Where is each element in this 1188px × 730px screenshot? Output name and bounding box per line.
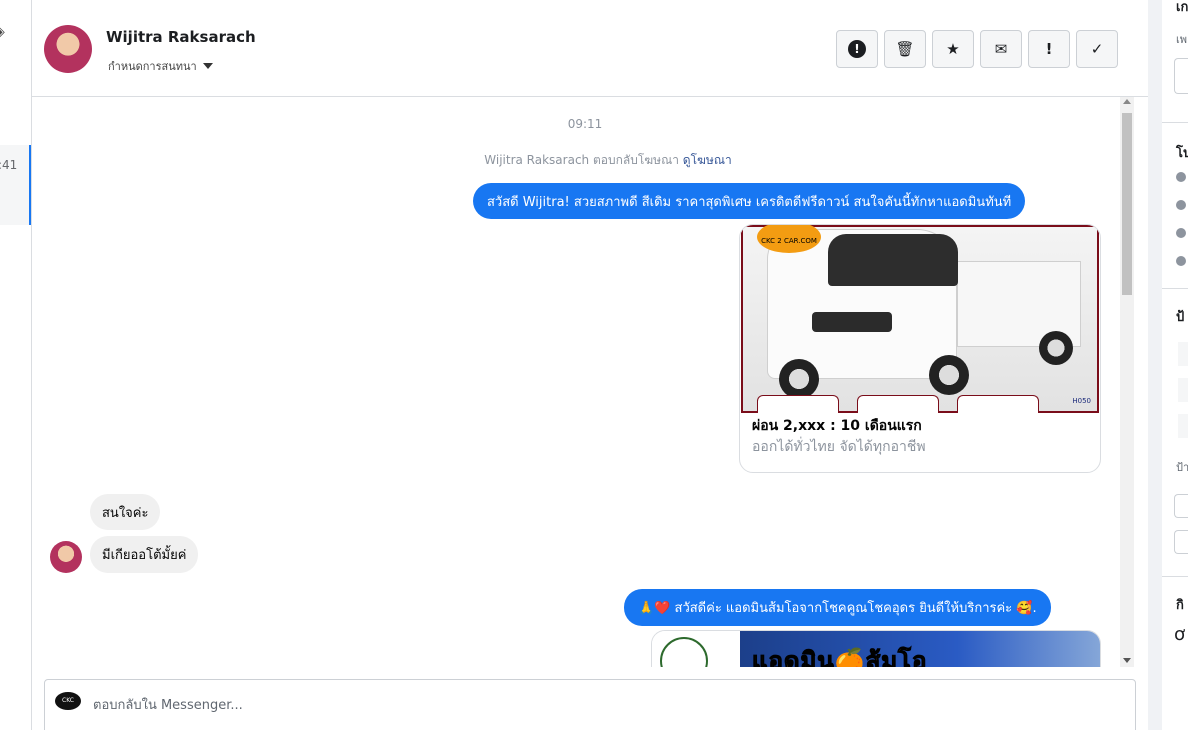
label-chip[interactable] [1178, 378, 1188, 402]
ad-image: CKC 2 CAR.COM H050 [741, 225, 1099, 413]
location-icon [1176, 228, 1186, 238]
reply-input[interactable]: ตอบกลับใน Messenger... [93, 694, 243, 715]
truck-wheel [1039, 331, 1073, 365]
messenger-inbox: ◈ :41 Wijitra Raksarach กำหนดการสนทนา ! … [0, 0, 1188, 730]
ad-card[interactable]: CKC 2 CAR.COM H050 ผ่อน 2,xxx : 10 เดือน… [739, 224, 1101, 473]
truck-window-shape [828, 234, 958, 286]
header-actions: ! 🗑 ★ ✉ ! ✓ [836, 30, 1118, 68]
report-spam-button[interactable]: ! [836, 30, 878, 68]
view-ad-link[interactable]: ดูโฆษณา [683, 153, 732, 167]
scroll-thumb[interactable] [1122, 113, 1132, 295]
ad-image-tabs [757, 395, 1039, 413]
conversation-header: Wijitra Raksarach กำหนดการสนทนา ! 🗑 ★ ✉ … [32, 0, 1148, 97]
saved-reply-icon[interactable]: ▬ [1074, 726, 1085, 730]
conversation-list: ◈ :41 [0, 0, 32, 730]
ad-subtitle: ออกได้ทั่วไทย จัดได้ทุกอาชีพ [752, 439, 926, 455]
clock-icon [1176, 172, 1186, 182]
location-icon [1176, 256, 1186, 266]
caret-down-icon [202, 63, 213, 69]
scroll-down-icon[interactable] [1123, 658, 1131, 663]
timestamp-separator: 09:11 [567, 117, 603, 131]
follow-up-button[interactable]: ! [1028, 30, 1070, 68]
details-card: เก เพ โป ป้ ป้า กิ ơ [1162, 0, 1188, 730]
conversation-panel: Wijitra Raksarach กำหนดการสนทนา ! 🗑 ★ ✉ … [32, 0, 1148, 730]
truck-wheel [929, 355, 969, 395]
ad-reply-notice: Wijitra Raksarach ตอบกลับโฆษณา ดูโฆษณา [32, 151, 1148, 170]
image-attachment[interactable]: แอดมิน🍊ส้มโอ [651, 630, 1101, 667]
dealer-logo: CKC 2 CAR.COM [757, 225, 821, 253]
labels-heading: ป้ [1176, 310, 1185, 325]
mark-unread-button[interactable]: ✉ [980, 30, 1022, 68]
star-icon: ★ [946, 40, 960, 58]
label-chip[interactable] [1178, 414, 1188, 438]
activity-heading: กิ [1176, 598, 1184, 613]
contact-name[interactable]: Wijitra Raksarach [106, 28, 256, 46]
checkmark-icon: ✓ [1090, 40, 1104, 58]
page-avatar: CKC [55, 692, 81, 710]
assign-label: กำหนดการสนทนา [108, 60, 197, 73]
education-icon [1176, 200, 1186, 210]
details-heading: เก [1176, 0, 1188, 15]
incoming-message[interactable]: สนใจค่ะ [90, 494, 161, 530]
mark-done-button[interactable]: ✓ [1076, 30, 1118, 68]
ad-reply-text: Wijitra Raksarach ตอบกลับโฆษณา [484, 153, 679, 167]
activity-glyph: ơ [1174, 624, 1186, 645]
label-checkbox[interactable] [1174, 530, 1188, 554]
image-icon[interactable]: ▬ [1104, 726, 1115, 730]
emoji-icon[interactable]: ▬ [1045, 726, 1056, 730]
delete-button[interactable]: 🗑 [884, 30, 926, 68]
dealer-badge-circle [660, 637, 708, 667]
divider [1162, 122, 1188, 123]
star-button[interactable]: ★ [932, 30, 974, 68]
truck-grille-shape [812, 312, 892, 332]
incoming-message[interactable]: มีเกียออโต้มั้ยค่ [90, 536, 199, 573]
contact-details-panel: เก เพ โป ป้ ป้า กิ ơ [1148, 0, 1188, 730]
contact-avatar[interactable] [44, 25, 92, 73]
label-checkbox[interactable] [1174, 494, 1188, 518]
layers-icon[interactable]: ◈ [0, 24, 5, 40]
profile-heading: โป [1176, 146, 1188, 161]
exclamation-icon: ! [1045, 40, 1053, 58]
thread-scrollbar[interactable] [1120, 97, 1134, 667]
composer-tools: ▬ ▬ ▬ ▬ [1016, 726, 1115, 730]
alert-circle-icon: ! [848, 40, 866, 58]
envelope-icon: ✉ [994, 40, 1008, 58]
ad-code: H050 [1072, 397, 1091, 405]
ad-title: ผ่อน 2,xxx : 10 เดือนแรก [752, 418, 922, 434]
outgoing-message[interactable]: 🙏❤️ สวัสดีค่ะ แอดมินส้มโอจากโชคคูณโชคอุด… [624, 589, 1051, 626]
outgoing-message[interactable]: สวัสดี Wijitra! สวยสภาพดี สีเดิม ราคาสุด… [473, 183, 1026, 219]
attachment-icon[interactable]: ▬ [1016, 726, 1027, 730]
details-sublabel: เพ [1176, 33, 1188, 46]
conversation-item-selected[interactable] [0, 145, 31, 225]
labels-sublabel: ป้า [1176, 461, 1188, 474]
divider [1162, 576, 1188, 577]
trash-icon: 🗑 [895, 40, 915, 58]
label-chip[interactable] [1178, 342, 1188, 366]
assign-conversation-dropdown[interactable]: กำหนดการสนทนา [108, 57, 213, 75]
contact-avatar-small[interactable] [50, 541, 82, 573]
truck-wheel [779, 359, 819, 399]
message-thread[interactable]: 09:11 Wijitra Raksarach ตอบกลับโฆษณา ดูโ… [32, 97, 1148, 667]
dealer-badge [652, 631, 740, 667]
message-composer[interactable]: CKC ตอบกลับใน Messenger... ▬ ▬ ▬ ▬ [44, 679, 1136, 730]
admin-banner-text: แอดมิน🍊ส้มโอ [751, 647, 928, 668]
details-input[interactable] [1174, 58, 1188, 94]
conversation-time: :41 [0, 158, 18, 172]
scroll-up-icon[interactable] [1123, 99, 1131, 104]
divider [1162, 288, 1188, 289]
